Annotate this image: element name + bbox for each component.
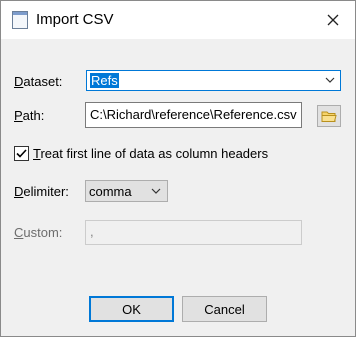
cancel-button[interactable]: Cancel [182, 296, 267, 322]
check-icon [16, 149, 27, 158]
dataset-combobox[interactable]: Refs [86, 70, 341, 91]
close-button[interactable] [319, 7, 347, 33]
path-label: Path: [14, 108, 44, 123]
import-csv-dialog: Import CSV Dataset: Refs Path: C:\Richar… [0, 0, 356, 337]
custom-label-accesskey: C [14, 225, 24, 240]
dataset-label: Dataset: [14, 74, 62, 89]
dataset-label-text: ataset: [23, 74, 63, 89]
custom-label: Custom: [14, 225, 62, 240]
close-icon [327, 14, 339, 26]
folder-icon [321, 111, 337, 122]
path-label-accesskey: P [14, 108, 23, 123]
header-row-checkbox-label[interactable]: Treat first line of data as column heade… [33, 146, 268, 161]
delimiter-label: Delimiter: [14, 184, 69, 199]
path-input[interactable]: C:\Richard\reference\Reference.csv [85, 102, 302, 128]
app-icon [12, 11, 28, 29]
ok-button[interactable]: OK [89, 296, 174, 322]
delimiter-label-accesskey: D [14, 184, 24, 199]
delimiter-select[interactable]: comma [85, 180, 168, 202]
window-title: Import CSV [36, 11, 114, 28]
chevron-down-icon [151, 188, 161, 194]
custom-label-text: ustom: [23, 225, 63, 240]
chevron-down-icon [325, 77, 335, 83]
header-row-label-text: reat first line of data as column header… [40, 146, 269, 161]
delimiter-value: comma [89, 184, 132, 199]
delimiter-label-text: elimiter: [23, 184, 69, 199]
title-bar[interactable]: Import CSV [1, 1, 355, 39]
header-row-checkbox[interactable] [14, 146, 29, 161]
custom-delimiter-input: , [85, 220, 302, 245]
dataset-label-accesskey: D [14, 74, 24, 89]
dataset-value: Refs [90, 73, 119, 88]
path-label-text: ath: [22, 108, 45, 123]
browse-folder-button[interactable] [317, 105, 341, 127]
